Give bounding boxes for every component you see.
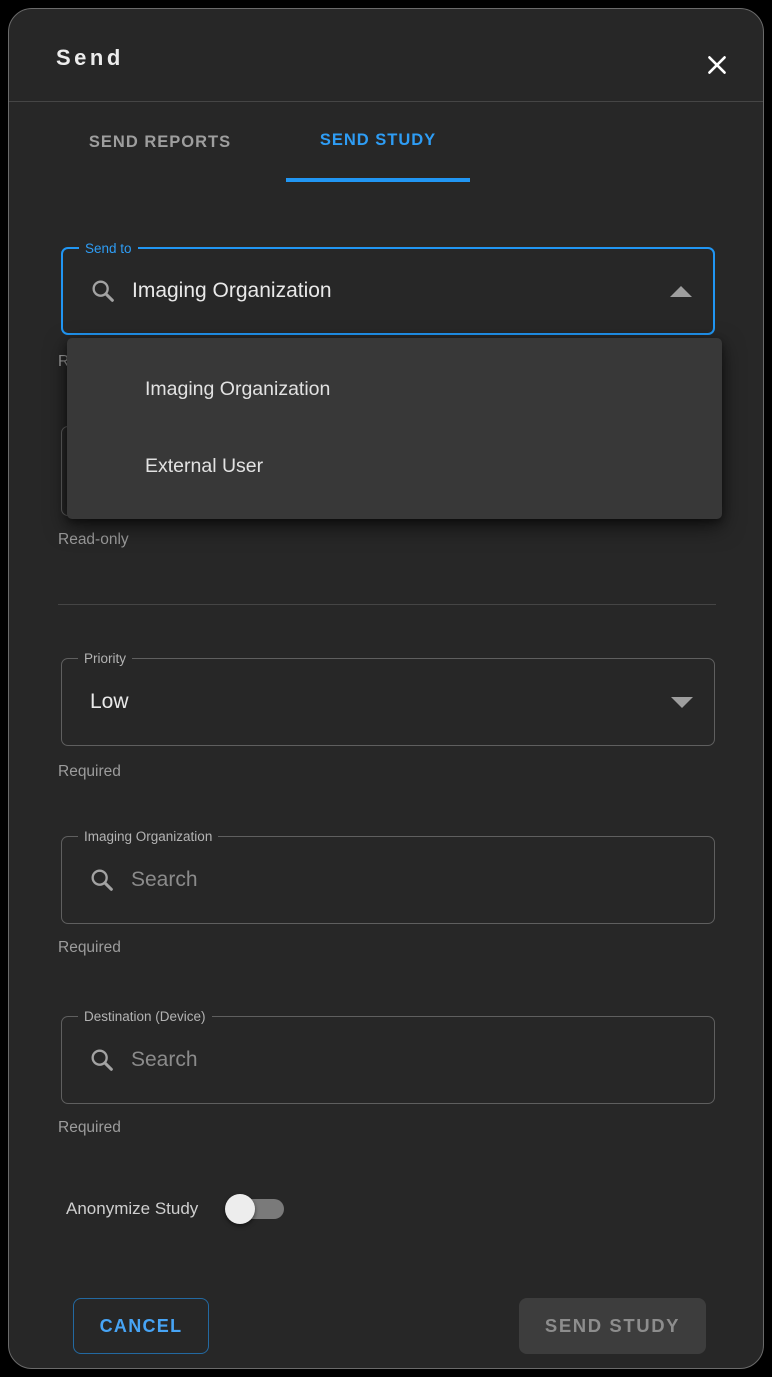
dropdown-option-imaging-organization[interactable]: Imaging Organization (67, 351, 722, 428)
priority-value: Low (90, 690, 129, 714)
cancel-button[interactable]: CANCEL (73, 1298, 209, 1354)
tab-send-reports[interactable]: SEND REPORTS (58, 102, 262, 182)
close-icon (704, 52, 730, 78)
caret-down-icon (671, 697, 693, 708)
imaging-organization-field: Imaging Organization (61, 836, 715, 924)
toggle-thumb (225, 1194, 255, 1224)
close-button[interactable] (699, 47, 735, 83)
destination-device-label: Destination (Device) (78, 1007, 212, 1026)
dropdown-option-external-user[interactable]: External User (67, 428, 722, 505)
search-icon (89, 277, 117, 305)
tab-send-study[interactable]: SEND STUDY (286, 102, 470, 182)
anonymize-study-label: Anonymize Study (66, 1199, 198, 1219)
imaging-organization-helper: Required (58, 939, 121, 956)
priority-helper: Required (58, 763, 121, 780)
send-dialog: Send SEND REPORTS SEND STUDY Send to Ima… (8, 8, 764, 1369)
section-divider (58, 604, 716, 605)
anonymize-study-toggle[interactable] (225, 1191, 287, 1227)
dialog-title: Send (56, 45, 124, 71)
imaging-organization-label: Imaging Organization (78, 827, 218, 846)
send-to-label: Send to (79, 239, 138, 258)
readonly-helper: Read-only (58, 531, 129, 548)
priority-select[interactable]: Priority Low (61, 658, 715, 746)
send-to-value: Imaging Organization (132, 279, 332, 303)
caret-up-icon (670, 286, 692, 297)
send-study-button[interactable]: SEND STUDY (519, 1298, 706, 1354)
send-to-select[interactable]: Send to Imaging Organization (61, 247, 715, 335)
imaging-organization-search-input[interactable] (131, 868, 714, 892)
destination-device-search-input[interactable] (131, 1048, 714, 1072)
destination-device-field: Destination (Device) (61, 1016, 715, 1104)
priority-label: Priority (78, 649, 132, 668)
search-icon (88, 866, 116, 894)
destination-device-helper: Required (58, 1119, 121, 1136)
tab-bar: SEND REPORTS SEND STUDY (58, 102, 470, 182)
send-to-dropdown-menu: Imaging Organization External User (67, 338, 722, 519)
search-icon (88, 1046, 116, 1074)
